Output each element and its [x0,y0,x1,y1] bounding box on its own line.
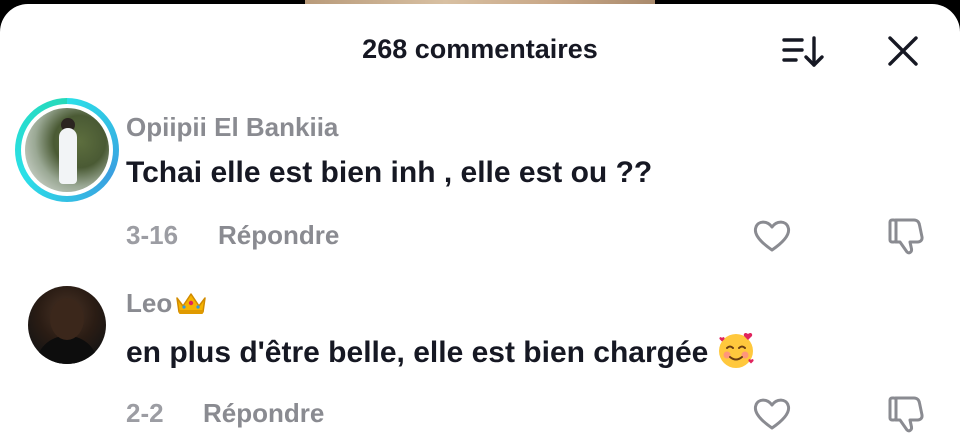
dislike-button[interactable] [886,394,926,434]
crown-emoji-icon [176,293,206,314]
comment-username[interactable]: Leo [126,288,208,319]
thumbs-down-icon [888,218,924,255]
avatar[interactable] [28,286,106,364]
comment-username[interactable]: Opiipii El Bankiia [126,112,338,143]
reply-button[interactable]: Répondre [218,220,339,251]
comment-item: Leo en plus d'être belle, elle est bien … [0,280,960,440]
comment-text: en plus d'être belle, elle est bien char… [126,330,756,370]
like-button[interactable] [752,396,792,432]
comment-text: Tchai elle est bien inh , elle est ou ?? [126,156,653,189]
comment-date: 2-2 [126,398,164,428]
thumbs-down-icon [888,396,924,433]
comment-username-text: Leo [126,288,173,318]
smiling-face-with-hearts-icon [719,332,754,368]
close-button[interactable] [882,34,922,70]
comment-item: Opiipii El Bankiia Tchai elle est bien i… [0,98,960,270]
sort-button[interactable] [780,34,826,70]
comment-date: 3-16 [126,220,179,250]
heart-icon [753,220,791,252]
heart-icon [753,398,791,430]
reply-button[interactable]: Répondre [203,398,324,429]
comment-text-content: en plus d'être belle, elle est bien char… [126,336,709,369]
avatar[interactable] [25,108,109,192]
dislike-button[interactable] [886,216,926,256]
like-button[interactable] [752,218,792,254]
comments-sheet: 268 commentaires Opiipii El Bankiia Tcha… [0,4,960,446]
close-icon [888,36,918,66]
sort-icon [782,36,824,67]
comments-header: 268 commentaires [0,4,960,96]
